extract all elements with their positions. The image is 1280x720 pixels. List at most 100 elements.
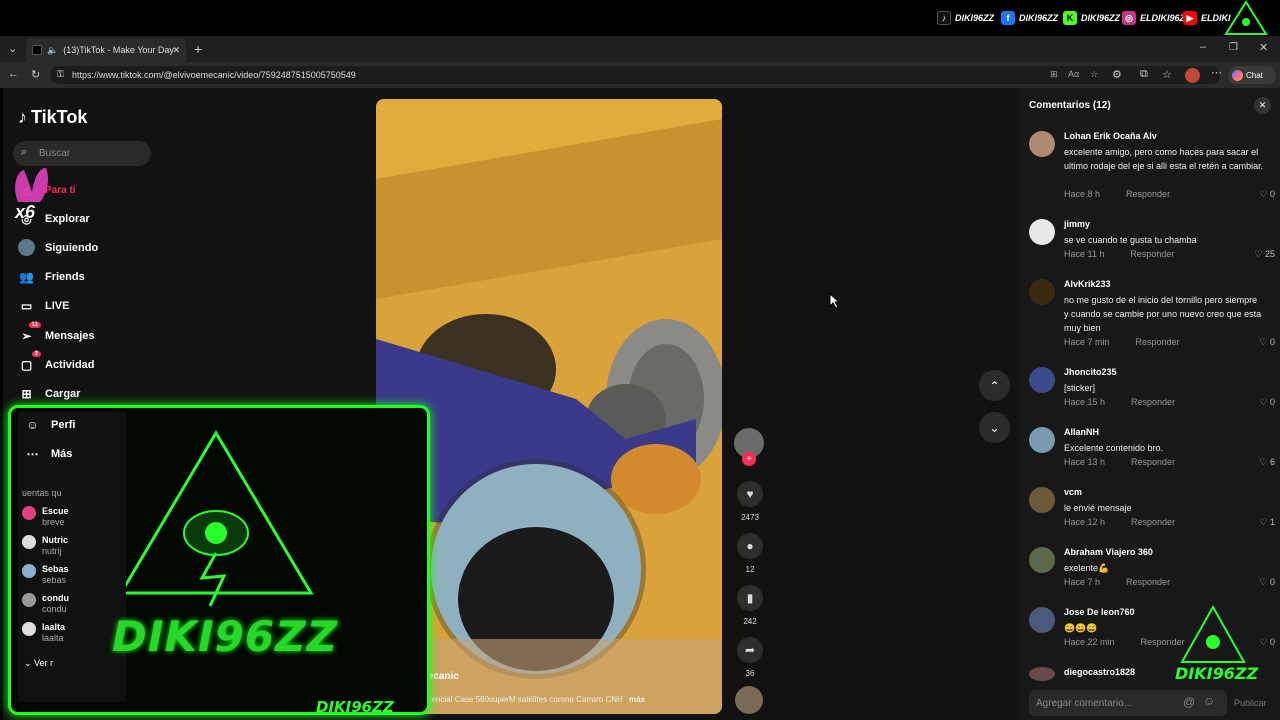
restore-button[interactable]: ❐: [1229, 42, 1238, 53]
reload-button[interactable]: ↻: [31, 68, 40, 81]
following-account[interactable]: Nutric nutrij: [22, 535, 68, 557]
comment-like-button[interactable]: ♡ 0: [1259, 577, 1275, 588]
like-button[interactable]: ♥ 2473: [736, 481, 764, 522]
profile-avatar[interactable]: [1185, 68, 1200, 83]
comment-like-button[interactable]: ♡ 0: [1259, 637, 1275, 648]
favorite-star-icon[interactable]: ☆: [1090, 69, 1098, 80]
comment-item: Lohan Erik Ocaña Alv excelente amigo, pe…: [1029, 131, 1275, 211]
comments-title: Comentarios (12): [1029, 100, 1111, 111]
nav-activity[interactable]: ▢ 2 Actividad: [18, 351, 95, 373]
comment-username[interactable]: diegocastro1828: [1064, 667, 1135, 677]
nav-messages[interactable]: ➢ 11 Mensajes: [18, 322, 95, 344]
comment-like-button[interactable]: ♡ 6: [1259, 457, 1275, 468]
nav-friends[interactable]: 👥 Friends: [18, 268, 85, 285]
brand-triangle-logo-icon: [1224, 0, 1268, 35]
close-comments-button[interactable]: ✕: [1254, 97, 1271, 114]
creator-avatar[interactable]: +: [734, 428, 764, 466]
heart-outline-icon: ♡: [1259, 397, 1270, 407]
heart-icon: ♥: [737, 481, 763, 507]
comment-like-button[interactable]: ♡ 0: [1259, 397, 1275, 408]
avatar[interactable]: [1029, 427, 1055, 453]
avatar[interactable]: [1029, 667, 1055, 681]
share-count: 36: [745, 669, 755, 678]
site-info-icon[interactable]: ⚿: [57, 69, 64, 80]
comment-username[interactable]: jimmy: [1064, 219, 1090, 229]
favorites-icon[interactable]: ☆: [1162, 68, 1172, 81]
tab-close-icon[interactable]: ✕: [172, 45, 180, 56]
heart-outline-icon: ♡: [1259, 637, 1270, 647]
tab-list-button[interactable]: ⌄: [8, 42, 17, 55]
comment-like-button[interactable]: ♡ 1: [1259, 517, 1275, 528]
minimize-button[interactable]: –: [1200, 41, 1206, 53]
comment-button[interactable]: ● 12: [736, 533, 764, 574]
nav-profile[interactable]: ☺ Perfi: [24, 416, 75, 433]
nav-following[interactable]: Siguiendo: [18, 239, 98, 256]
comment-username[interactable]: AllanNH: [1064, 427, 1099, 437]
avatar[interactable]: [1029, 219, 1055, 245]
see-more-link[interactable]: ⌄ Ver r: [24, 658, 53, 669]
avatar[interactable]: [1029, 367, 1055, 393]
following-account[interactable]: Sebas sebas: [22, 564, 69, 586]
reply-button[interactable]: Responder: [1131, 517, 1175, 527]
window-close-button[interactable]: ✕: [1259, 41, 1268, 54]
reply-button[interactable]: Responder: [1131, 397, 1175, 407]
more-link[interactable]: más: [629, 695, 645, 704]
following-account[interactable]: laalta laalta: [22, 622, 65, 644]
speaker-icon[interactable]: 🔈: [47, 45, 58, 56]
reply-button[interactable]: Responder: [1136, 337, 1180, 347]
social-tiktok: ♪ DIKI96ZZ: [937, 11, 994, 25]
comment-username[interactable]: AlvKrik233: [1064, 279, 1111, 289]
sound-disc-icon[interactable]: [735, 686, 763, 714]
following-account[interactable]: condu condu: [22, 593, 69, 615]
save-button[interactable]: ▮ 242: [736, 585, 764, 626]
copilot-chat-button[interactable]: Chat: [1228, 66, 1276, 84]
reply-button[interactable]: Responder: [1131, 457, 1175, 467]
comment-username[interactable]: Jhoncito235: [1064, 367, 1117, 377]
previous-video-button[interactable]: ⌃: [979, 370, 1010, 401]
comment-meta: Hace 11 h Responder: [1064, 249, 1175, 259]
url-bar[interactable]: ⚿ https://www.tiktok.com/@elvivoemecanic…: [50, 66, 1220, 84]
nav-more[interactable]: ⋯ Más: [24, 445, 73, 462]
url-text: https://www.tiktok.com/@elvivoemecanic/v…: [72, 70, 356, 80]
comment-username[interactable]: Lohan Erik Ocaña Alv: [1064, 131, 1157, 141]
comment-input[interactable]: Agregar comentario... @ ☺: [1029, 690, 1227, 716]
tab-title: (13)TikTok - Make Your Day: [63, 45, 174, 55]
translate-icon[interactable]: Aα: [1068, 69, 1079, 79]
comment-username[interactable]: Jose De leon760: [1064, 607, 1135, 617]
extensions-icon[interactable]: ⚙: [1112, 68, 1122, 81]
avatar[interactable]: [1029, 607, 1055, 633]
back-button[interactable]: ←: [8, 68, 19, 80]
live-icon: ▭: [20, 298, 33, 313]
nav-upload[interactable]: ⊞ Cargar: [18, 385, 80, 402]
tiktok-logo[interactable]: ♪ TikTok: [18, 107, 87, 128]
following-account[interactable]: Escue breve: [22, 506, 69, 528]
publish-button[interactable]: Publicar: [1234, 698, 1267, 708]
messages-icon: ➢ 11: [18, 322, 41, 344]
split-screen-icon[interactable]: ⧉: [1140, 68, 1148, 81]
app-available-icon[interactable]: ⊞: [1050, 69, 1058, 80]
avatar[interactable]: [1029, 279, 1055, 305]
comment-like-button[interactable]: ♡ 0: [1259, 189, 1275, 200]
mention-icon[interactable]: @: [1183, 695, 1195, 709]
avatar[interactable]: [1029, 547, 1055, 573]
comment-username[interactable]: Abraham Viajero 360: [1064, 547, 1153, 557]
follow-plus-icon[interactable]: +: [742, 452, 756, 466]
comment-username[interactable]: vcm: [1064, 487, 1082, 497]
browser-tab[interactable]: 🔈 (13)TikTok - Make Your Day ✕: [26, 38, 186, 62]
reply-button[interactable]: Responder: [1130, 249, 1174, 259]
nav-live[interactable]: ▭ LIVE: [18, 297, 70, 314]
avatar[interactable]: [1029, 131, 1055, 157]
comment-like-button[interactable]: ♡ 25: [1254, 249, 1275, 260]
comment-like-button[interactable]: ♡ 0: [1259, 337, 1275, 348]
avatar[interactable]: [1029, 487, 1055, 513]
emoji-icon[interactable]: ☺: [1203, 694, 1215, 708]
reply-button[interactable]: Responder: [1126, 577, 1170, 587]
social-facebook: f DIKI96ZZ: [1001, 11, 1058, 25]
share-button[interactable]: ➦ 36: [736, 637, 764, 678]
menu-dots-icon[interactable]: ⋯: [1211, 66, 1222, 79]
social-instagram: ◎ ELDIKI96ZZ: [1122, 11, 1191, 25]
comment-text: exelente💪: [1064, 563, 1110, 573]
new-tab-button[interactable]: +: [194, 41, 202, 57]
next-video-button[interactable]: ⌄: [979, 412, 1010, 443]
reply-button[interactable]: Responder: [1126, 189, 1170, 199]
